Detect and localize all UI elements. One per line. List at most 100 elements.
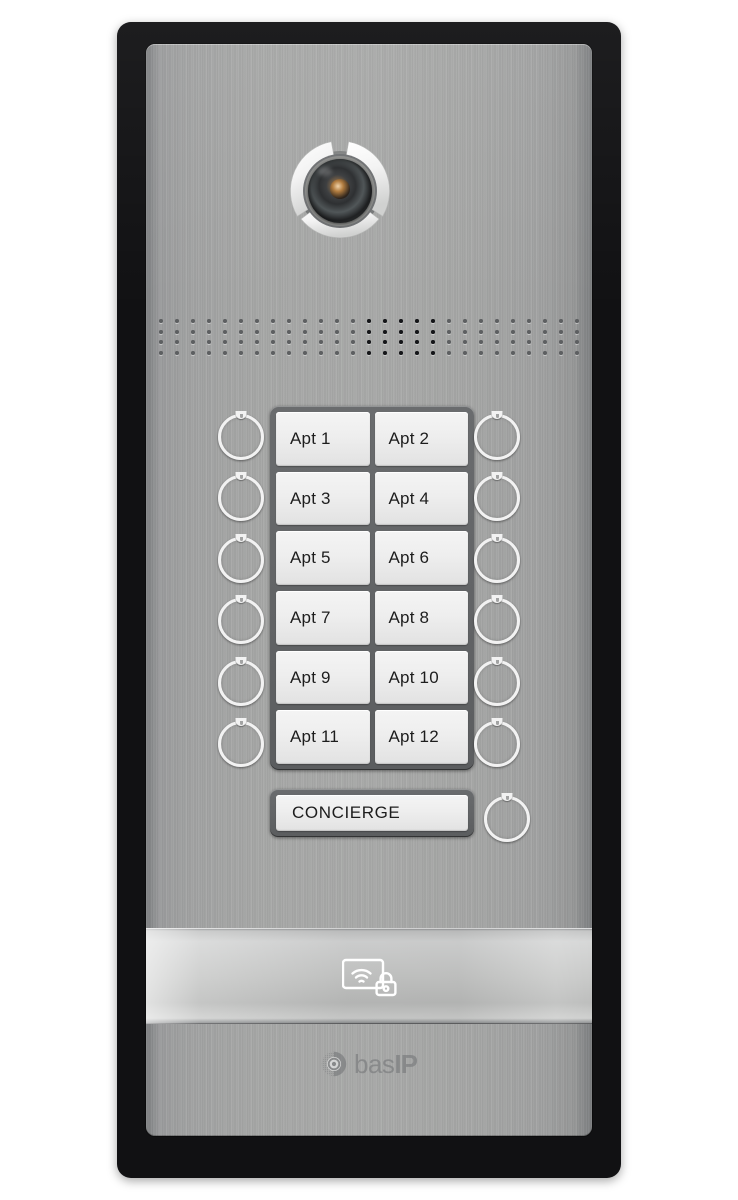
- speaker-hole: [463, 340, 467, 345]
- apartment-label: Apt 1: [290, 428, 331, 448]
- call-button-ring[interactable]: [218, 718, 264, 768]
- apartment-plate-row: Apt 9 Apt 10: [276, 650, 468, 705]
- speaker-hole: [559, 350, 563, 355]
- call-button-right-4[interactable]: [474, 591, 530, 653]
- call-button-right-5[interactable]: [474, 652, 530, 714]
- speaker-hole: [191, 329, 195, 334]
- speaker-hole: [255, 329, 259, 334]
- speaker-hole: [303, 340, 307, 345]
- call-button-left-1[interactable]: [208, 406, 264, 468]
- rfid-reader-strip[interactable]: [146, 928, 592, 1024]
- call-button-notch: [235, 472, 247, 481]
- speaker-hole: [543, 319, 547, 324]
- speaker-hole: [319, 350, 323, 355]
- call-button-ring[interactable]: [218, 595, 264, 645]
- apartment-label: Apt 3: [290, 488, 331, 508]
- apartment-plate-row: Apt 3 Apt 4: [276, 471, 468, 526]
- speaker-hole: [543, 350, 547, 355]
- speaker-hole: [335, 340, 339, 345]
- speaker-grille-row: [159, 348, 579, 359]
- device-photo: Apt 1 Apt 2 Apt 3 Apt 4 Apt 5 Apt 6 Apt 7 Apt 8…: [0, 0, 738, 1200]
- speaker-hole: [351, 340, 355, 345]
- call-button-left-6[interactable]: [208, 714, 264, 776]
- device-face-panel: Apt 1 Apt 2 Apt 3 Apt 4 Apt 5 Apt 6 Apt 7 Apt 8…: [146, 44, 592, 1136]
- call-button-notch: [501, 793, 513, 801]
- speaker-hole: [223, 350, 227, 355]
- call-button-ring[interactable]: [474, 718, 520, 768]
- call-button-ring[interactable]: [218, 533, 264, 583]
- call-button-ring[interactable]: [484, 793, 530, 842]
- call-button-ring[interactable]: [474, 656, 520, 706]
- speaker-hole: [399, 340, 403, 345]
- speaker-hole: [239, 329, 243, 334]
- speaker-hole: [351, 329, 355, 334]
- speaker-hole: [399, 329, 403, 334]
- camera-lens: [308, 159, 372, 223]
- call-button-left-5[interactable]: [208, 652, 264, 714]
- call-button-notch: [491, 472, 503, 481]
- speaker-hole: [415, 340, 419, 345]
- speaker-hole: [319, 340, 323, 345]
- speaker-hole: [287, 329, 291, 334]
- call-button-left-4[interactable]: [208, 591, 264, 653]
- speaker-hole: [431, 319, 435, 324]
- speaker-hole: [495, 329, 499, 334]
- brand-logo-text: basIP: [354, 1049, 418, 1080]
- call-button-right-3[interactable]: [474, 529, 530, 591]
- call-button-notch: [491, 656, 503, 665]
- rfid-card-lock-icon: [342, 958, 397, 997]
- speaker-hole: [223, 329, 227, 334]
- apartment-name-plate: Apt 1: [276, 412, 370, 466]
- call-button-right-6[interactable]: [474, 714, 530, 776]
- speaker-hole: [431, 329, 435, 334]
- speaker-hole: [543, 329, 547, 334]
- speaker-hole: [383, 329, 387, 334]
- speaker-hole: [383, 340, 387, 345]
- apartment-plate-row: Apt 5 Apt 6: [276, 531, 468, 586]
- speaker-hole: [303, 319, 307, 324]
- speaker-hole: [431, 340, 435, 345]
- apartment-name-plate: Apt 12: [374, 710, 468, 765]
- apartment-label: Apt 6: [388, 548, 430, 568]
- speaker-hole: [351, 319, 355, 324]
- speaker-hole: [479, 350, 483, 355]
- speaker-hole: [191, 319, 195, 324]
- call-button-ring[interactable]: [474, 595, 520, 645]
- call-button-right-2[interactable]: [474, 468, 530, 530]
- apartment-label: Apt 7: [290, 607, 331, 627]
- speaker-hole: [207, 329, 211, 334]
- speaker-hole: [367, 350, 371, 355]
- basip-logo-mark-icon: [321, 1051, 347, 1077]
- speaker-grille: [159, 316, 579, 358]
- speaker-hole: [367, 340, 371, 345]
- apartment-name-plate: Apt 8: [374, 591, 468, 645]
- apartment-name-plate: Apt 4: [374, 471, 468, 526]
- speaker-hole: [559, 340, 563, 345]
- call-button-ring[interactable]: [218, 410, 264, 460]
- concierge-call-button[interactable]: [484, 793, 530, 842]
- speaker-hole: [175, 319, 179, 324]
- call-button-ring[interactable]: [474, 410, 520, 460]
- call-button-ring[interactable]: [218, 472, 264, 522]
- speaker-hole: [271, 329, 275, 334]
- call-button-right-1[interactable]: [474, 406, 530, 468]
- speaker-hole: [383, 319, 387, 324]
- call-button-left-2[interactable]: [208, 468, 264, 530]
- speaker-hole: [335, 319, 339, 324]
- speaker-hole: [479, 319, 483, 324]
- speaker-hole: [255, 350, 259, 355]
- apartment-plate-row: Apt 1 Apt 2: [276, 412, 468, 466]
- call-button-ring[interactable]: [474, 472, 520, 522]
- apartment-label: Apt 10: [388, 667, 439, 687]
- speaker-hole: [271, 350, 275, 355]
- call-button-ring[interactable]: [474, 533, 520, 583]
- speaker-hole: [575, 350, 579, 355]
- call-button-left-3[interactable]: [208, 529, 264, 591]
- speaker-grille-row: [159, 316, 579, 327]
- apartment-plate-row: Apt 11 Apt 12: [276, 710, 468, 765]
- speaker-hole: [415, 329, 419, 334]
- speaker-hole: [191, 350, 195, 355]
- apartment-name-plate: Apt 10: [374, 650, 468, 705]
- speaker-hole: [447, 350, 451, 355]
- call-button-ring[interactable]: [218, 656, 264, 706]
